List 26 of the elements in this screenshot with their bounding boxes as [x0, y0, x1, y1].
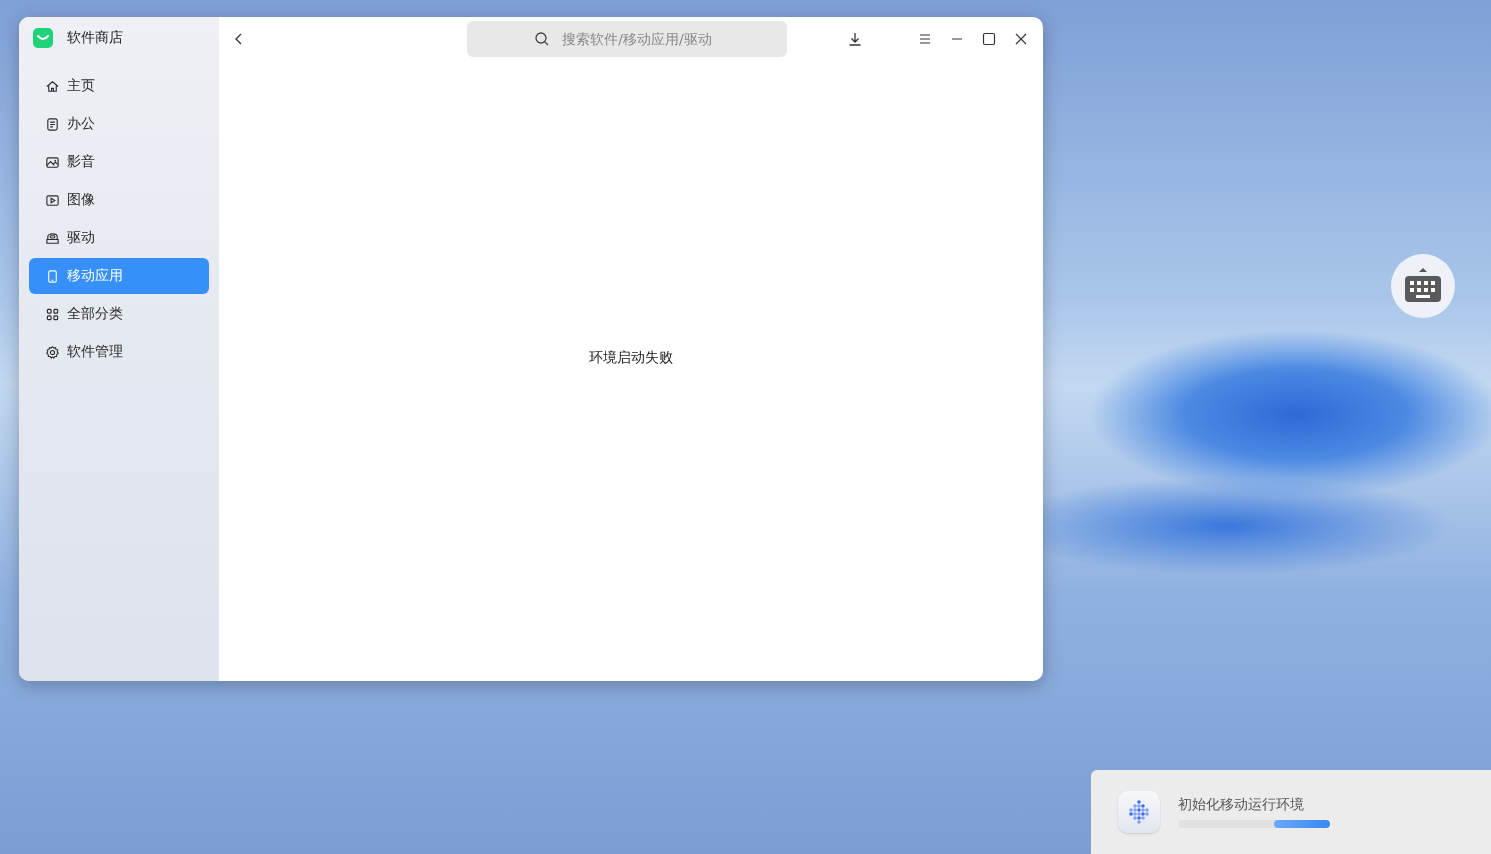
phone-icon — [45, 268, 60, 284]
drive-icon — [45, 230, 60, 246]
app-name: 软件商店 — [67, 29, 123, 47]
settings-icon — [45, 344, 60, 360]
sidebar-item[interactable]: 主页 — [29, 68, 209, 104]
sidebar-item[interactable]: 影音 — [29, 144, 209, 180]
search-icon — [534, 31, 550, 47]
sidebar-item[interactable]: 软件管理 — [29, 334, 209, 370]
sidebar-item[interactable]: 驱动 — [29, 220, 209, 256]
error-message: 环境启动失败 — [589, 349, 673, 367]
sidebar-item[interactable]: 图像 — [29, 182, 209, 218]
document-icon — [45, 116, 60, 132]
sidebar-item[interactable]: 办公 — [29, 106, 209, 142]
play-icon — [45, 192, 60, 208]
sidebar-item[interactable]: 全部分类 — [29, 296, 209, 332]
download-icon[interactable] — [847, 31, 863, 47]
grid-icon — [45, 306, 60, 322]
menu-icon[interactable] — [917, 31, 933, 47]
home-icon — [45, 78, 60, 94]
maximize-icon[interactable] — [981, 31, 997, 47]
close-icon[interactable] — [1013, 31, 1029, 47]
app-icon — [1118, 791, 1160, 833]
image-icon — [45, 154, 60, 170]
search-field[interactable]: 搜索软件/移动应用/驱动 — [467, 21, 787, 57]
notification-text: 初始化移动运行环境 — [1178, 796, 1305, 814]
app-logo-icon — [33, 28, 53, 48]
